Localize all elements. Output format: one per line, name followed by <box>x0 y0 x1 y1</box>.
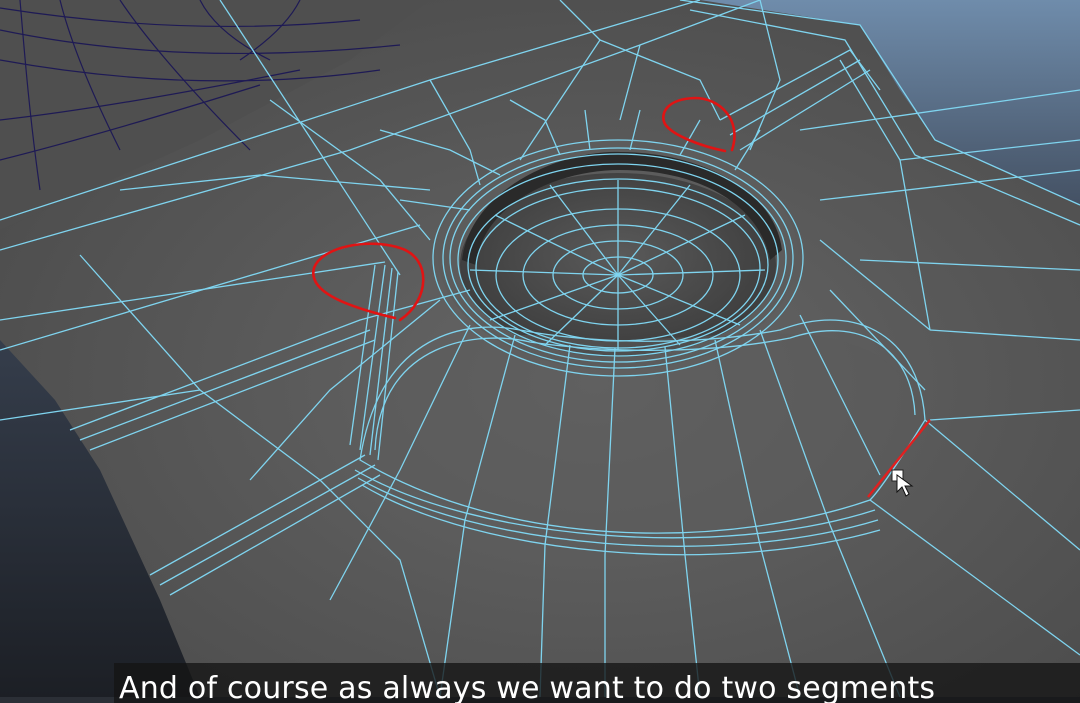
viewport-scene <box>0 0 1080 697</box>
subtitle-bar: And of course as always we want to do tw… <box>114 663 1080 703</box>
maya-3d-viewport[interactable] <box>0 0 1080 697</box>
subtitle-text: And of course as always we want to do tw… <box>119 671 936 703</box>
